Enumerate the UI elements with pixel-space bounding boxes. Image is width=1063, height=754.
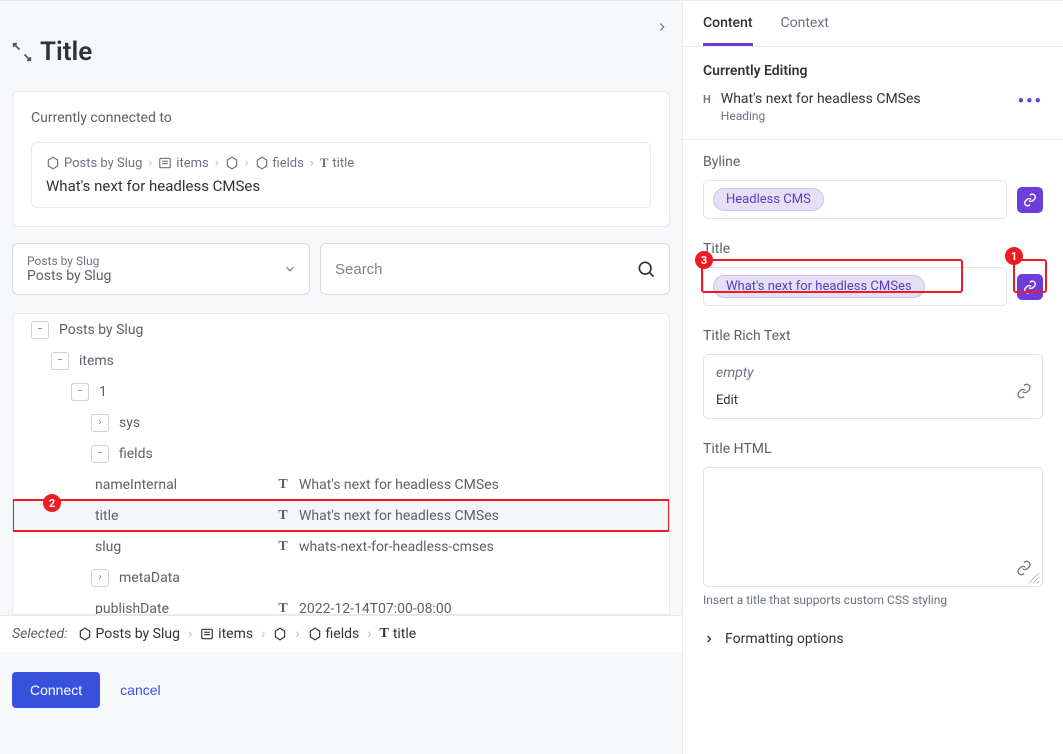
properties-panel: Content Context Currently Editing H What… — [683, 0, 1063, 754]
hex-icon — [78, 627, 92, 641]
tree-node-label: items — [79, 353, 114, 369]
tree-node-label: Posts by Slug — [59, 322, 143, 338]
title-link-button[interactable] — [1017, 274, 1043, 300]
list-icon — [200, 627, 214, 641]
currently-editing-section: Currently Editing H What's next for head… — [683, 47, 1063, 140]
collapse-icon — [12, 42, 32, 62]
tree-node-label: nameInternal — [95, 477, 177, 493]
breadcrumb-value: What's next for headless CMSes — [46, 177, 636, 195]
type-text-icon: T — [275, 508, 291, 524]
heading-badge: H — [703, 91, 711, 106]
connected-label: Currently connected to — [31, 110, 651, 126]
tree-node-value: whats-next-for-headless-cmses — [299, 539, 494, 555]
panel-tabs: Content Context — [683, 1, 1063, 47]
tree-branch[interactable]: −fields — [13, 438, 669, 469]
tree-node-label: 1 — [99, 384, 107, 400]
tree-branch[interactable]: › sys — [13, 407, 669, 438]
breadcrumb: Posts by Slug › items › › fields › T tit… — [46, 155, 636, 171]
hex-icon — [225, 156, 239, 170]
hex-icon — [273, 627, 287, 641]
tab-context[interactable]: Context — [781, 15, 829, 46]
expander-icon[interactable]: − — [31, 321, 49, 339]
hex-icon — [255, 156, 269, 170]
callout-badge-1: 1 — [1005, 247, 1023, 265]
callout-badge-3: 3 — [695, 251, 713, 269]
rich-text-box[interactable]: empty Edit — [703, 354, 1043, 419]
expander-icon[interactable]: › — [91, 569, 109, 587]
formatting-options-toggle[interactable]: Formatting options — [683, 615, 1063, 663]
title-html-field: Title HTML Insert a title that supports … — [683, 427, 1063, 615]
link-icon[interactable] — [1016, 383, 1032, 399]
collapse-panel-button[interactable] — [650, 15, 674, 39]
tree-leaf[interactable]: title T What's next for headless CMSes — [13, 500, 669, 531]
list-icon — [158, 156, 172, 170]
editing-type: Heading — [721, 109, 1008, 123]
title-pill[interactable]: What's next for headless CMSes — [713, 275, 925, 298]
type-text-icon: T — [275, 539, 291, 555]
chevron-down-icon — [283, 262, 297, 276]
search-icon — [636, 259, 656, 279]
tree-node-label: title — [95, 508, 118, 524]
tree-node-label: sys — [119, 415, 140, 431]
data-tree: −Posts by Slug−items−1›sys−fieldsnameInt… — [12, 313, 670, 615]
hex-icon — [46, 156, 60, 170]
tree-branch[interactable]: −Posts by Slug — [13, 314, 669, 345]
rich-text-edit-button[interactable]: Edit — [716, 393, 1030, 408]
breadcrumb-box: Posts by Slug › items › › fields › T tit… — [31, 142, 651, 208]
tree-node-label: publishDate — [95, 601, 169, 615]
tree-branch[interactable]: −items — [13, 345, 669, 376]
resize-handle-icon[interactable] — [1028, 572, 1040, 584]
tree-leaf[interactable]: slug Twhats-next-for-headless-cmses — [13, 531, 669, 562]
chevron-right-icon — [703, 633, 715, 645]
tree-node-value: 2022-12-14T07:00-08:00 — [299, 601, 452, 615]
html-textarea[interactable] — [703, 467, 1043, 587]
hex-icon — [308, 627, 322, 641]
tree-branch[interactable]: −1 — [13, 376, 669, 407]
editing-name: What's next for headless CMSes — [721, 91, 1008, 107]
expander-icon[interactable]: › — [91, 414, 109, 432]
tree-node-value: What's next for headless CMSes — [299, 477, 499, 493]
connect-button[interactable]: Connect — [12, 672, 100, 708]
more-options-button[interactable]: ••• — [1018, 91, 1043, 112]
page-title-row: Title — [0, 1, 682, 91]
byline-link-button[interactable] — [1017, 187, 1043, 213]
tree-branch[interactable]: › metaData — [13, 562, 669, 593]
expander-icon[interactable]: − — [51, 352, 69, 370]
page-title: Title — [40, 37, 92, 67]
expander-icon[interactable]: − — [71, 383, 89, 401]
connected-card: Currently connected to Posts by Slug › i… — [12, 91, 670, 227]
title-rich-text-field: Title Rich Text empty Edit — [683, 314, 1063, 427]
tree-node-value: What's next for headless CMSes — [299, 508, 499, 524]
tab-content[interactable]: Content — [703, 15, 753, 46]
title-field: Title What's next for headless CMSes 3 1 — [683, 227, 1063, 314]
html-help-text: Insert a title that supports custom CSS … — [703, 593, 1043, 607]
tree-node-label: metaData — [119, 570, 180, 586]
callout-badge-2: 2 — [43, 494, 61, 512]
expander-icon[interactable]: − — [91, 445, 109, 463]
type-text-icon: T — [275, 601, 291, 615]
tree-leaf[interactable]: publishDate T 2022-12-14T07:00-08:00 — [13, 593, 669, 614]
byline-field: Byline Headless CMS — [683, 140, 1063, 227]
source-dropdown[interactable]: Posts by Slug Posts by Slug — [12, 243, 310, 295]
tree-leaf[interactable]: nameInternal T What's next for headless CM… — [13, 469, 669, 500]
cancel-button[interactable]: cancel — [120, 682, 160, 698]
search-input[interactable] — [320, 243, 670, 295]
connection-panel: Title Currently connected to Posts by Sl… — [0, 0, 683, 754]
tree-node-label: slug — [95, 539, 121, 555]
type-text-icon: T — [275, 477, 291, 493]
tree-node-label: fields — [119, 446, 153, 462]
byline-pill[interactable]: Headless CMS — [713, 188, 824, 211]
selected-path: Selected: Posts by Slug › items › › fiel… — [0, 615, 682, 652]
